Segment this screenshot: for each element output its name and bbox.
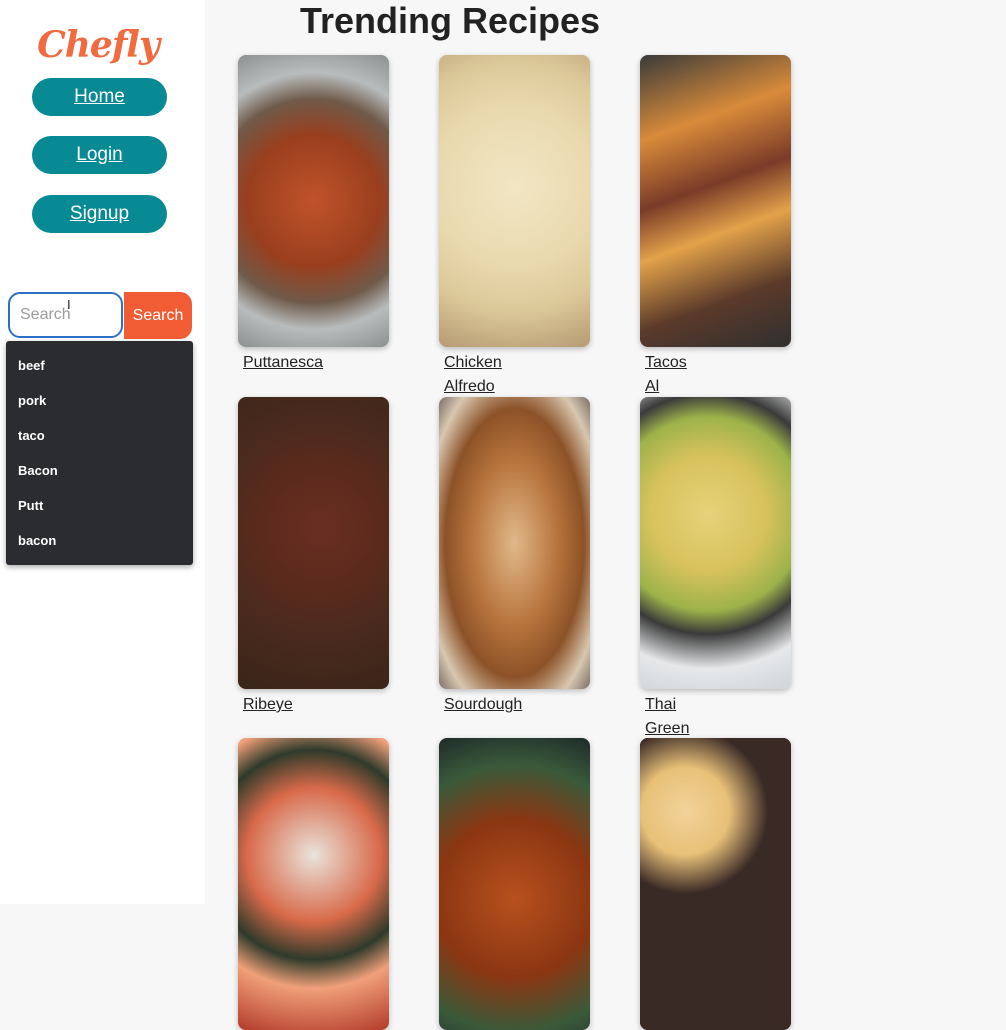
recipe-image-pastry[interactable] <box>640 738 791 1030</box>
recipe-image-ribeye[interactable] <box>238 397 389 689</box>
signup-button[interactable]: Signup <box>32 195 167 233</box>
recipe-image-roast-chicken[interactable] <box>439 738 590 1030</box>
suggestion-item[interactable]: Putt <box>6 488 193 523</box>
recipe-image-sushi[interactable] <box>238 738 389 1030</box>
recipe-title-line: Thai <box>645 696 677 713</box>
recipe-image-tacos-al[interactable] <box>640 55 791 347</box>
suggestion-item[interactable]: bacon <box>6 523 193 558</box>
suggestion-item[interactable]: Bacon <box>6 453 193 488</box>
recipe-title-line: Puttanesca <box>243 354 324 371</box>
search-suggestions-dropdown: beef pork taco Bacon Putt bacon <box>6 341 193 565</box>
recipe-title-line: Green <box>645 719 690 737</box>
search-button[interactable]: Search <box>124 292 192 339</box>
text-cursor-icon: I <box>67 297 71 312</box>
recipe-image-sourdough[interactable] <box>439 397 590 689</box>
recipe-link[interactable]: Tacos Al <box>645 351 735 398</box>
recipe-image-thai-green[interactable] <box>640 397 791 689</box>
recipe-title-line: Tacos <box>645 354 687 371</box>
suggestion-item[interactable]: pork <box>6 383 193 418</box>
sidebar: Chefly Home Login Signup I Search beef p… <box>0 0 205 904</box>
recipe-link[interactable]: Sourdough <box>444 693 534 717</box>
suggestion-item[interactable]: beef <box>6 348 193 383</box>
recipe-title-line: Chicken <box>444 354 502 371</box>
recipe-title-line: Al <box>645 377 660 395</box>
page-title: Trending Recipes <box>300 0 601 41</box>
recipe-image-chicken-alfredo[interactable] <box>439 55 590 347</box>
recipe-image-puttanesca[interactable] <box>238 55 389 347</box>
suggestion-item[interactable]: taco <box>6 418 193 453</box>
login-button[interactable]: Login <box>32 136 167 174</box>
recipe-title-line: Sourdough <box>444 696 523 713</box>
recipe-link[interactable]: Puttanesca <box>243 351 333 375</box>
search-input[interactable] <box>8 292 123 338</box>
recipe-link[interactable]: Ribeye <box>243 693 333 717</box>
chefly-logo[interactable]: Chefly <box>0 24 196 66</box>
recipe-title-line: Ribeye <box>243 696 293 713</box>
recipe-link[interactable]: Thai Green <box>645 693 735 740</box>
home-button[interactable]: Home <box>32 78 167 116</box>
recipe-link[interactable]: Chicken Alfredo <box>444 351 534 398</box>
recipe-title-line: Alfredo <box>444 377 495 395</box>
